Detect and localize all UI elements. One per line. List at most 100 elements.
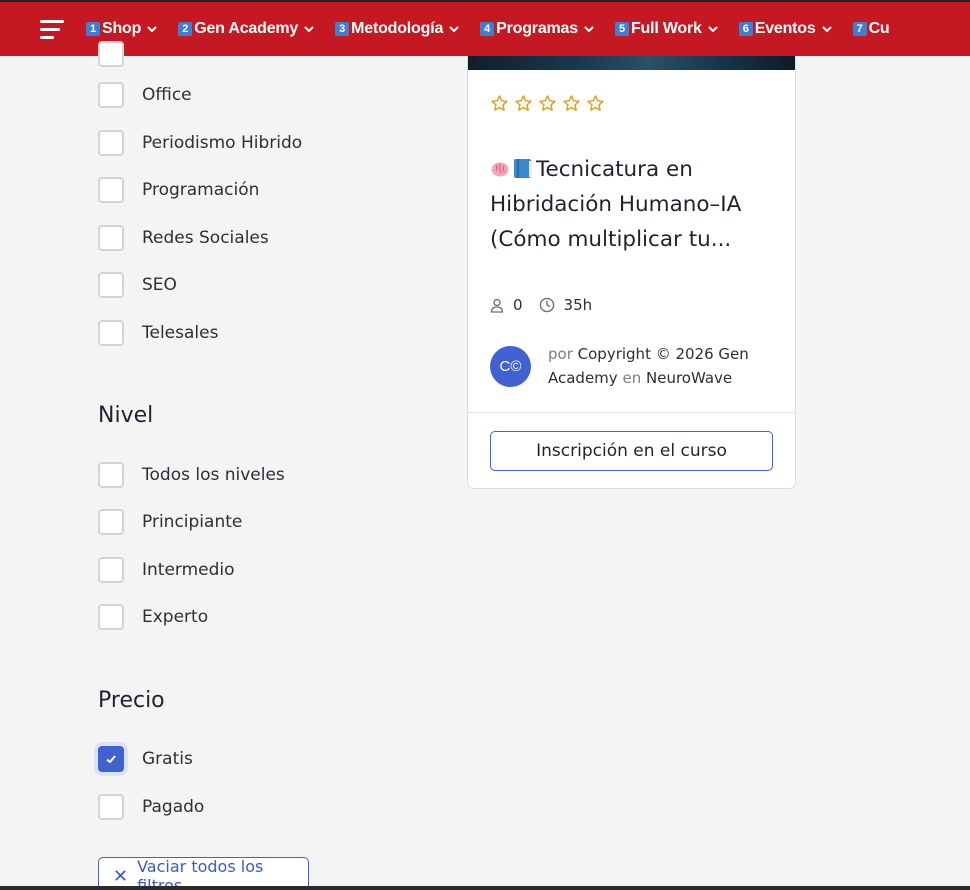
user-icon: [490, 298, 504, 313]
checkbox[interactable]: [98, 130, 124, 156]
checkbox[interactable]: [98, 794, 124, 820]
chevron-down-icon: [821, 26, 832, 33]
checkbox[interactable]: [98, 509, 124, 535]
checkbox[interactable]: [98, 177, 124, 203]
nav-item-eventos[interactable]: 6 Eventos: [738, 20, 833, 38]
course-thumbnail-image[interactable]: [468, 56, 795, 70]
filter-option-partial[interactable]: [98, 40, 124, 68]
filter-option-label: Programación: [142, 180, 260, 200]
course-title-link[interactable]: Tecnicatura en Hibridación Humano–IA (Có…: [490, 152, 780, 257]
nav-item-programas[interactable]: 4 Programas: [480, 20, 595, 38]
star-outline-icon: [587, 95, 604, 111]
star-outline-icon: [539, 95, 556, 111]
avatar[interactable]: C©: [490, 346, 531, 387]
nav-item-metodologia[interactable]: 3 Metodología: [335, 20, 460, 38]
filter-option-pagado[interactable]: Pagado: [98, 793, 204, 821]
checkbox[interactable]: [98, 272, 124, 298]
filter-option-label: Todos los niveles: [142, 465, 285, 485]
page: 1 Shop 2 Gen Academy 3 Metodología 4 Pro…: [0, 0, 970, 890]
chevron-down-icon: [708, 26, 718, 33]
brain-emoji-icon: [491, 162, 509, 177]
keycap-number-icon: 6: [738, 22, 753, 36]
keycap-number-icon: 3: [335, 22, 350, 36]
chevron-down-icon: [304, 26, 314, 33]
filter-option-office[interactable]: Office: [98, 81, 192, 109]
nav-item-label: Metodología: [351, 20, 444, 37]
nav-item-label: Shop: [102, 20, 142, 37]
checkmark-icon: [106, 755, 116, 764]
course-card[interactable]: Tecnicatura en Hibridación Humano–IA (Có…: [467, 56, 796, 489]
checkbox-checked[interactable]: [98, 746, 124, 772]
nav-item-label: Cu: [868, 20, 890, 37]
rating-stars: [490, 94, 610, 113]
filter-section-title-nivel: Nivel: [98, 403, 154, 428]
nav-item-cursos[interactable]: 7 Cu: [852, 20, 890, 38]
top-navigation-bar: 1 Shop 2 Gen Academy 3 Metodología 4 Pro…: [0, 0, 970, 56]
checkbox[interactable]: [98, 41, 124, 67]
nav-item-label: Programas: [496, 20, 578, 37]
course-duration-value: 35h: [563, 296, 593, 314]
star-outline-icon: [491, 95, 508, 111]
divider: [468, 412, 795, 413]
chevron-down-icon: [147, 26, 157, 33]
course-meta: 0 35h: [490, 296, 608, 314]
star-outline-icon: [515, 95, 532, 111]
checkbox[interactable]: [98, 557, 124, 583]
students-count-value: 0: [513, 296, 523, 314]
filter-option-label: Periodismo Hibrido: [142, 133, 303, 153]
checkbox[interactable]: [98, 604, 124, 630]
filter-option-periodismo-hibrido[interactable]: Periodismo Hibrido: [98, 129, 302, 157]
checkbox[interactable]: [98, 225, 124, 251]
nav-item-shop[interactable]: 1 Shop: [86, 20, 158, 38]
checkbox[interactable]: [98, 462, 124, 488]
filter-option-label: Gratis: [142, 749, 193, 769]
in-label: en: [622, 369, 642, 387]
filter-option-label: Experto: [142, 607, 209, 627]
filter-option-gratis[interactable]: Gratis: [98, 745, 193, 773]
nav-item-gen-academy[interactable]: 2 Gen Academy: [178, 20, 315, 38]
keycap-number-icon: 7: [852, 22, 867, 36]
nav-item-full-work[interactable]: 5 Full Work: [614, 20, 719, 38]
course-category-link[interactable]: NeuroWave: [646, 369, 732, 387]
enroll-button[interactable]: Inscripción en el curso: [490, 431, 773, 471]
nav-item-label: Eventos: [754, 20, 816, 37]
checkbox[interactable]: [98, 82, 124, 108]
course-author: C© por Copyright © 2026 Gen Academy en N…: [490, 342, 780, 390]
filter-option-label: Pagado: [142, 797, 205, 817]
keycap-number-icon: 4: [480, 22, 495, 36]
course-duration: 35h: [539, 296, 593, 314]
filter-option-seo[interactable]: SEO: [98, 271, 177, 299]
window-bottom-edge: [0, 886, 970, 890]
filter-section-title-precio: Precio: [98, 688, 165, 713]
by-label: por: [548, 345, 573, 363]
keycap-number-icon: 1: [86, 22, 100, 36]
filter-option-programacion[interactable]: Programación: [98, 176, 259, 204]
course-filters-sidebar: Office Periodismo Hibrido Programación R…: [98, 41, 418, 890]
blue-book-emoji-icon: [514, 159, 532, 178]
hamburger-menu-icon[interactable]: [40, 20, 64, 40]
filter-option-label: Telesales: [142, 323, 219, 343]
filter-option-telesales[interactable]: Telesales: [98, 319, 218, 347]
nav-item-label: Gen Academy: [194, 20, 299, 37]
students-count: 0: [490, 296, 523, 314]
filter-option-label: SEO: [142, 275, 177, 295]
keycap-number-icon: 5: [614, 22, 629, 36]
filter-option-principiante[interactable]: Principiante: [98, 508, 242, 536]
filter-option-intermedio[interactable]: Intermedio: [98, 556, 235, 584]
filter-option-experto[interactable]: Experto: [98, 603, 208, 631]
filter-option-label: Redes Sociales: [142, 228, 269, 248]
star-outline-icon: [563, 95, 580, 111]
author-byline: por Copyright © 2026 Gen Academy en Neur…: [548, 342, 780, 390]
close-icon: ✕: [113, 865, 129, 887]
chevron-down-icon: [449, 26, 459, 33]
keycap-number-icon: 2: [178, 22, 193, 36]
chevron-down-icon: [584, 26, 594, 33]
filter-option-redes-sociales[interactable]: Redes Sociales: [98, 224, 269, 252]
filter-option-label: Intermedio: [142, 560, 235, 580]
filter-option-label: Office: [142, 85, 192, 105]
checkbox[interactable]: [98, 320, 124, 346]
nav-item-label: Full Work: [630, 20, 702, 37]
filter-option-label: Principiante: [142, 512, 243, 532]
filter-option-todos-los-niveles[interactable]: Todos los niveles: [98, 461, 285, 489]
nav-menu: 1 Shop 2 Gen Academy 3 Metodología 4 Pro…: [86, 2, 910, 56]
